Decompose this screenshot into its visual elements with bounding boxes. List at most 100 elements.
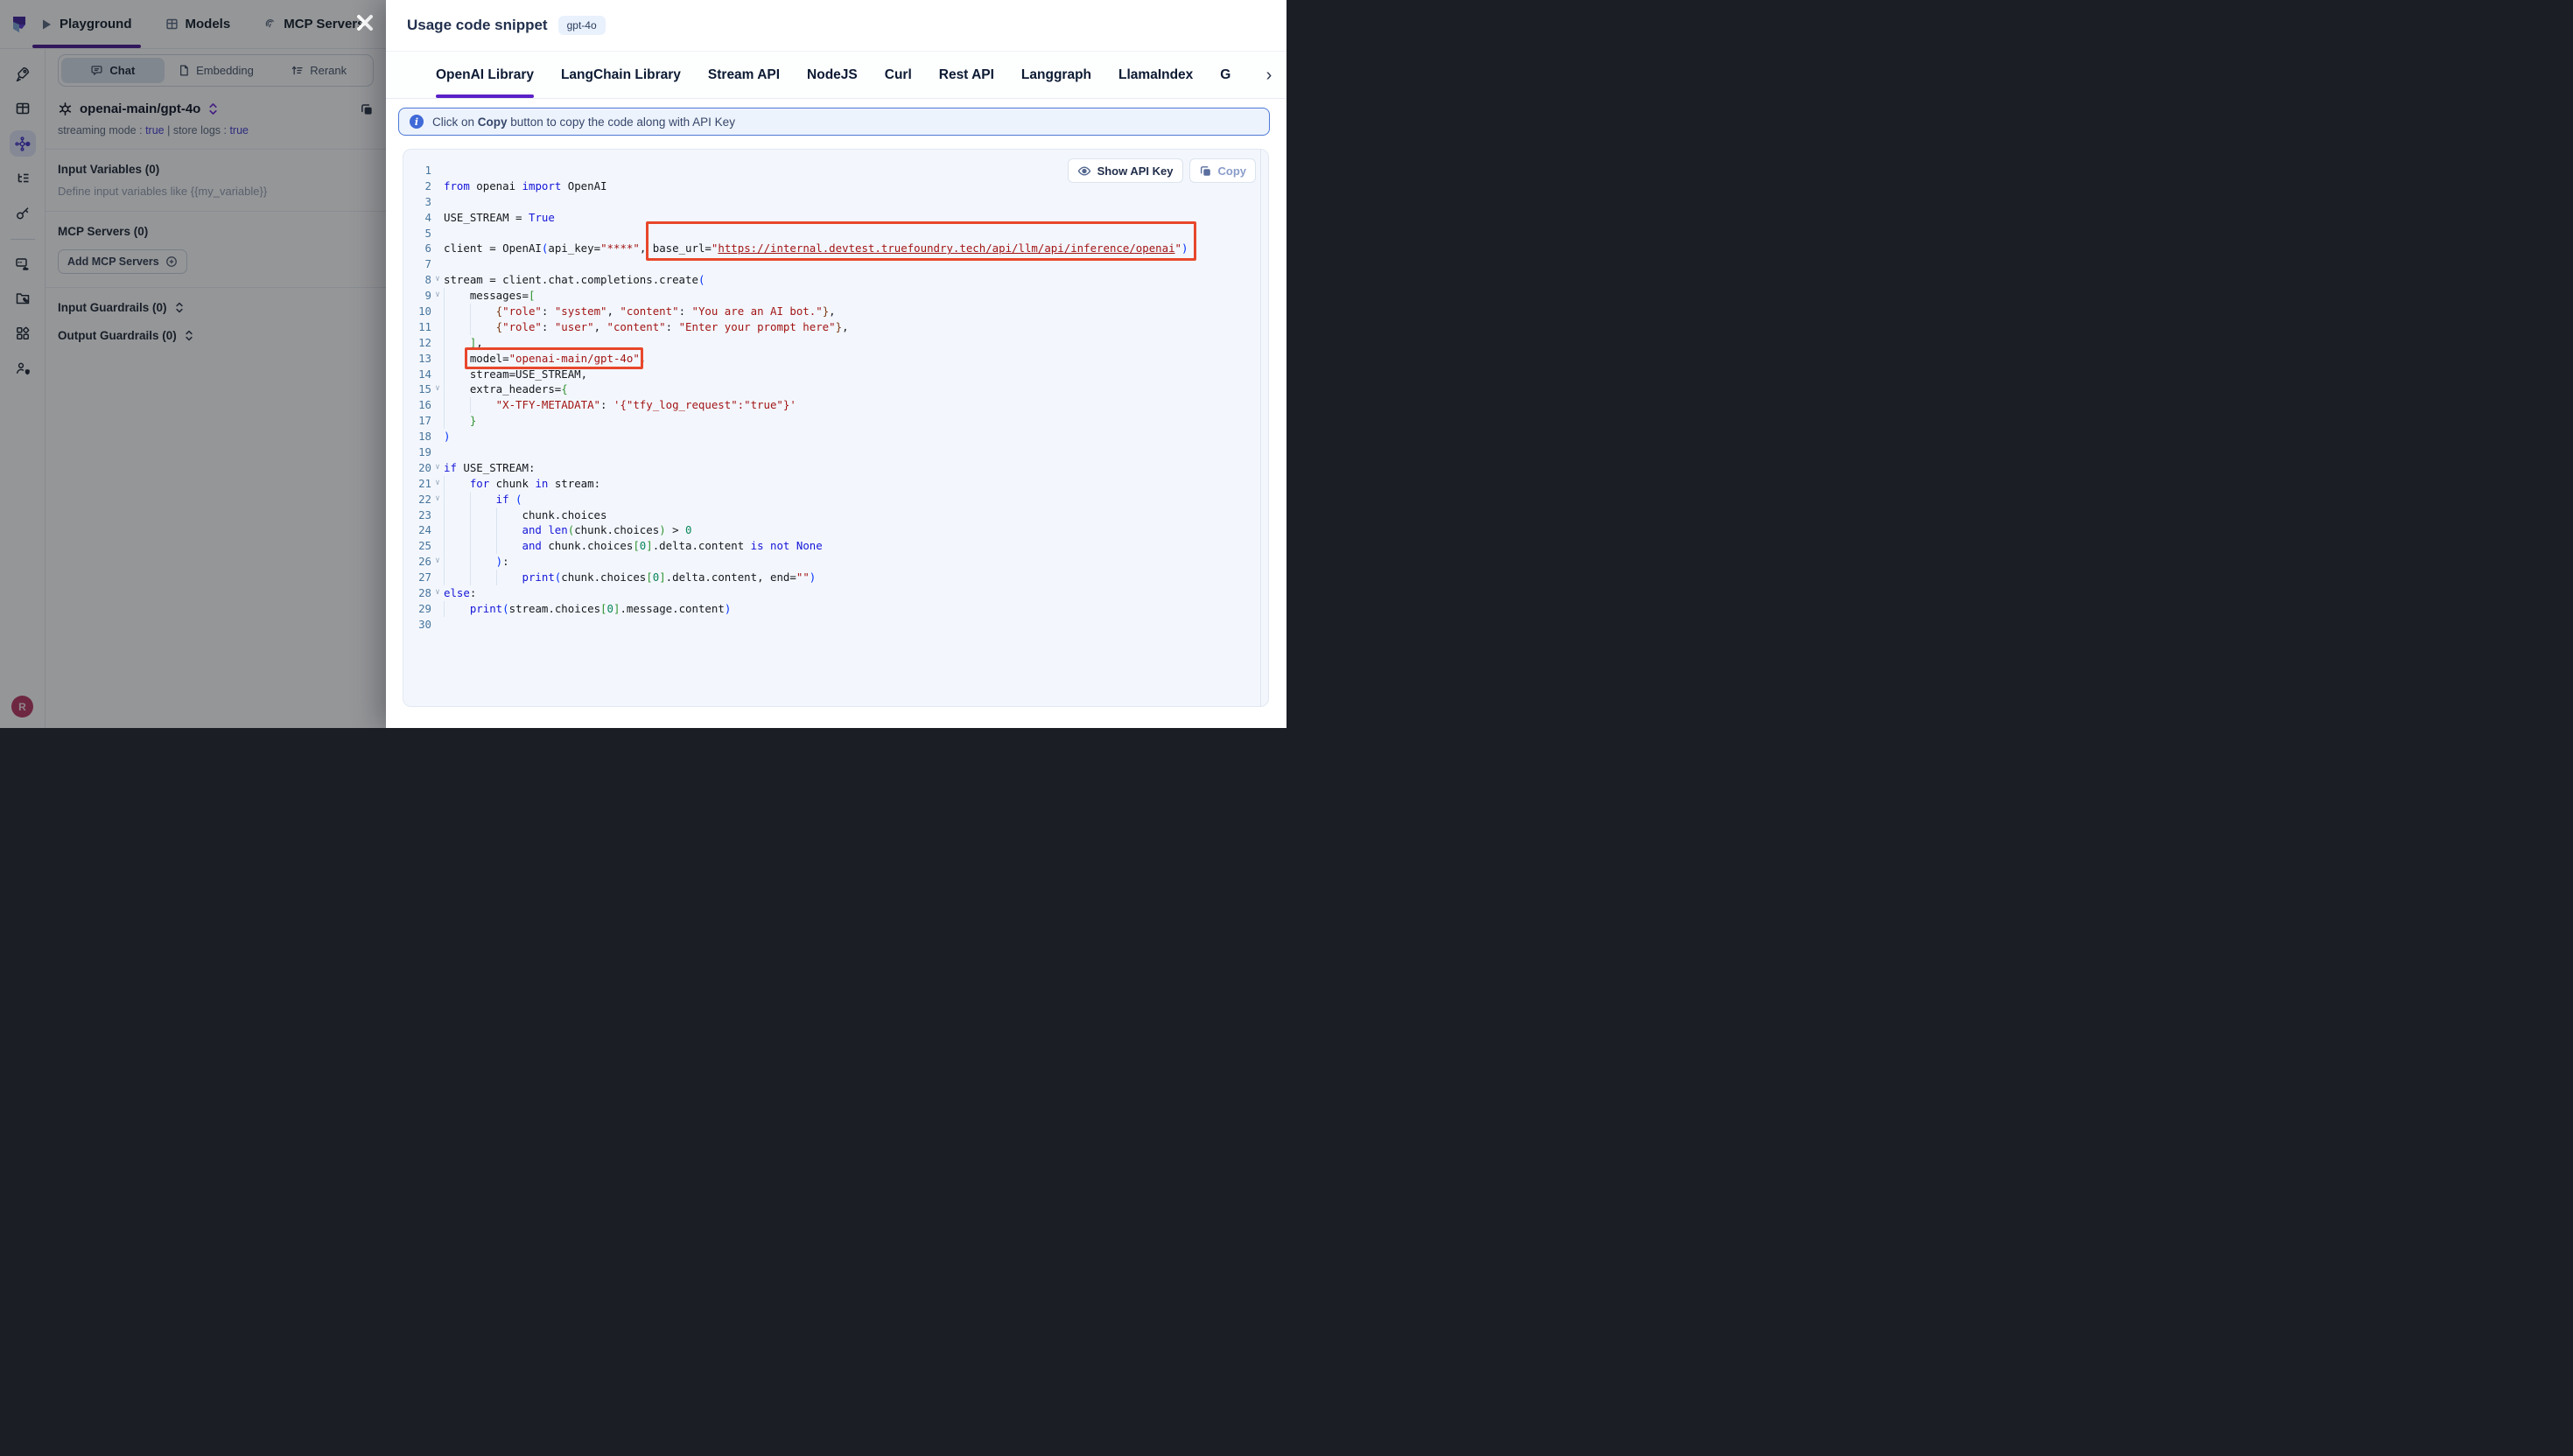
fold-toggle-icon[interactable]: ∨ — [431, 492, 444, 508]
indent-guide — [470, 522, 496, 538]
modal-tab-stream-api[interactable]: Stream API — [708, 52, 780, 98]
indent-guide — [444, 522, 470, 538]
annotation-box-model: model="openai-main/gpt-4o" — [470, 351, 640, 367]
line-number: 8 — [410, 272, 431, 288]
code-line: 6client = OpenAI(api_key="****", base_ur… — [410, 241, 1268, 256]
code-line: 10 {"role": "system", "content": "You are… — [410, 304, 1268, 319]
modal-tab-nodejs[interactable]: NodeJS — [807, 52, 858, 98]
line-number: 19 — [410, 444, 431, 460]
indent-guide — [444, 397, 470, 413]
line-number: 9 — [410, 288, 431, 304]
code-content: print(chunk.choices[0].delta.content, en… — [444, 570, 816, 585]
show-api-key-button[interactable]: Show API Key — [1068, 158, 1183, 183]
indent-guide — [470, 492, 496, 508]
line-number: 22 — [410, 492, 431, 508]
line-number: 17 — [410, 413, 431, 429]
line-number: 10 — [410, 304, 431, 319]
code-content: extra_headers={ — [444, 382, 568, 397]
fold-toggle-icon[interactable]: ∨ — [431, 585, 444, 601]
code-content: else: — [444, 585, 476, 601]
fold-toggle-icon[interactable]: ∨ — [431, 272, 444, 288]
fold-toggle-icon[interactable]: ∨ — [431, 460, 444, 476]
copy-code-button[interactable]: Copy — [1189, 158, 1257, 183]
line-number: 7 — [410, 256, 431, 272]
code-content: ) — [444, 429, 450, 444]
modal-tab-rest-api[interactable]: Rest API — [939, 52, 994, 98]
code-actions: Show API Key Copy — [1068, 158, 1256, 183]
code-content: messages=[ — [444, 288, 535, 304]
indent-guide — [444, 476, 470, 492]
eye-icon — [1077, 165, 1091, 177]
code-line: 23chunk.choices — [410, 508, 1268, 523]
line-number: 18 — [410, 429, 431, 444]
code-content: {"role": "user", "content": "Enter your … — [444, 319, 849, 335]
close-icon — [355, 13, 375, 32]
line-number: 15 — [410, 382, 431, 397]
indent-guide — [444, 554, 470, 570]
code-line: 20∨if USE_STREAM: — [410, 460, 1268, 476]
fold-toggle-icon[interactable]: ∨ — [431, 288, 444, 304]
copy-icon — [1199, 164, 1212, 178]
fold-gutter — [431, 429, 444, 444]
indent-guide — [470, 570, 496, 585]
code-line: 3 — [410, 194, 1268, 210]
indent-guide — [470, 319, 496, 335]
code-line: 9∨messages=[ — [410, 288, 1268, 304]
fold-gutter — [431, 210, 444, 226]
modal-tabs: OpenAI Library LangChain Library Stream AP… — [386, 52, 1286, 99]
line-number: 3 — [410, 194, 431, 210]
code-content: {"role": "system", "content": "You are a… — [444, 304, 836, 319]
line-number: 4 — [410, 210, 431, 226]
indent-guide — [470, 554, 496, 570]
code-content: from openai import OpenAI — [444, 178, 607, 194]
code-line: 15∨extra_headers={ — [410, 382, 1268, 397]
code-line: 16"X-TFY-METADATA": '{"tfy_log_request":… — [410, 397, 1268, 413]
code-line: 5 — [410, 226, 1268, 242]
code-content: if USE_STREAM: — [444, 460, 535, 476]
line-number: 2 — [410, 178, 431, 194]
modal-tab-g[interactable]: G — [1220, 52, 1230, 98]
modal-tab-llamaindex[interactable]: LlamaIndex — [1118, 52, 1193, 98]
line-number: 26 — [410, 554, 431, 570]
line-number: 24 — [410, 522, 431, 538]
show-api-key-label: Show API Key — [1097, 164, 1174, 178]
code-content: chunk.choices — [444, 508, 606, 523]
code-content: client = OpenAI(api_key="****", base_url… — [444, 241, 1188, 256]
code-line: 8∨stream = client.chat.completions.creat… — [410, 272, 1268, 288]
fold-gutter — [431, 178, 444, 194]
code-content: ): — [444, 554, 509, 570]
screen: Playground Models MCP Servers — [0, 0, 1286, 728]
fold-gutter — [431, 226, 444, 242]
line-number: 12 — [410, 335, 431, 351]
code-line: 29print(stream.choices[0].message.conten… — [410, 601, 1268, 617]
line-number: 25 — [410, 538, 431, 554]
code-line: 4USE_STREAM = True — [410, 210, 1268, 226]
fold-gutter — [431, 335, 444, 351]
code-line: 14stream=USE_STREAM, — [410, 367, 1268, 382]
modal-tab-curl[interactable]: Curl — [885, 52, 912, 98]
modal-tab-langgraph[interactable]: Langgraph — [1021, 52, 1091, 98]
code-content: stream = client.chat.completions.create( — [444, 272, 705, 288]
fold-toggle-icon[interactable]: ∨ — [431, 476, 444, 492]
modal-tab-openai-library[interactable]: OpenAI Library — [436, 52, 534, 98]
code-line: 19 — [410, 444, 1268, 460]
fold-toggle-icon[interactable]: ∨ — [431, 382, 444, 397]
code-line: 28∨else: — [410, 585, 1268, 601]
close-modal-button[interactable] — [354, 11, 376, 34]
line-number: 11 — [410, 319, 431, 335]
info-banner: i Click on Copy button to copy the code … — [398, 108, 1270, 136]
fold-gutter — [431, 444, 444, 460]
info-icon: i — [410, 115, 424, 129]
line-number: 30 — [410, 617, 431, 633]
line-number: 14 — [410, 367, 431, 382]
modal-backdrop[interactable] — [0, 0, 386, 728]
copy-label: Copy — [1218, 164, 1247, 178]
indent-guide — [470, 508, 496, 523]
fold-toggle-icon[interactable]: ∨ — [431, 554, 444, 570]
tabs-scroll-right-button[interactable]: › — [1258, 52, 1279, 98]
fold-gutter — [431, 304, 444, 319]
code-content: for chunk in stream: — [444, 476, 600, 492]
modal-tab-langchain-library[interactable]: LangChain Library — [561, 52, 681, 98]
code-line: 18) — [410, 429, 1268, 444]
code-scrollbar[interactable] — [1260, 150, 1268, 706]
